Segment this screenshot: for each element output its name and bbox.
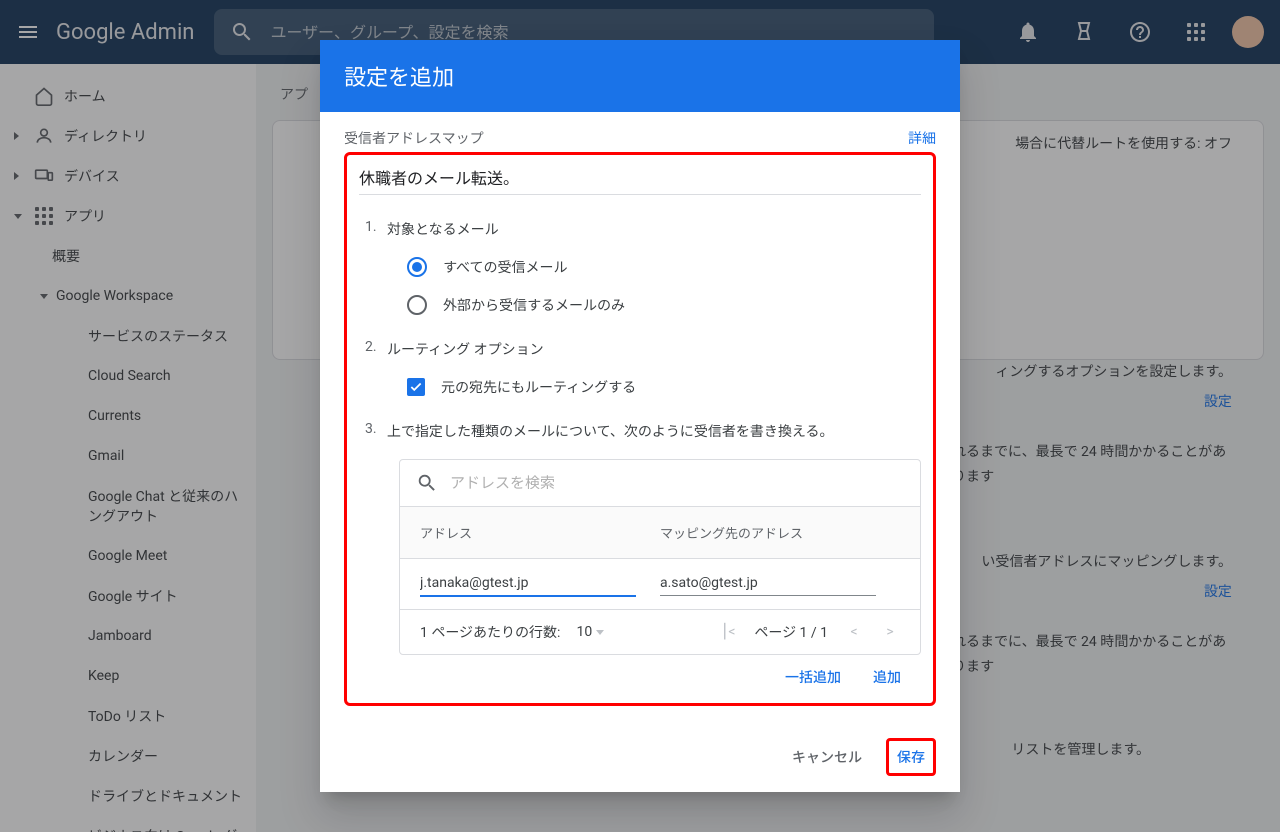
dialog-title: 設定を追加	[320, 40, 960, 112]
section-label: 受信者アドレスマップ	[344, 128, 484, 148]
radio-external-only[interactable]: 外部から受信するメールのみ	[359, 295, 921, 315]
table-header: アドレス マッピング先のアドレス	[400, 506, 920, 558]
page-info: ページ 1 / 1	[754, 622, 828, 642]
caret-down-icon	[596, 630, 604, 635]
rows-per-page-select[interactable]: 10	[576, 624, 603, 640]
highlighted-config-area: 1.対象となるメール すべての受信メール 外部から受信するメールのみ 2.ルーテ…	[344, 152, 936, 706]
checkbox-label: 元の宛先にもルーティングする	[441, 377, 636, 397]
add-setting-dialog: 設定を追加 受信者アドレスマップ 詳細 1.対象となるメール すべての受信メール…	[320, 40, 960, 792]
radio-icon	[407, 295, 427, 315]
first-page-icon[interactable]: ⎮<	[718, 624, 738, 640]
checkbox-checked-icon	[407, 378, 425, 396]
save-button[interactable]: 保存	[886, 738, 936, 776]
table-search[interactable]	[400, 460, 920, 506]
table-row	[400, 558, 920, 609]
bulk-add-button[interactable]: 一括追加	[785, 667, 841, 687]
cancel-button[interactable]: キャンセル	[792, 747, 862, 767]
radio-all-incoming[interactable]: すべての受信メール	[359, 257, 921, 277]
col-mapped-address: マッピング先のアドレス	[660, 523, 900, 542]
step-3-label: 上で指定した種類のメールについて、次のように受信者を書き換える。	[387, 424, 833, 440]
checkbox-route-original[interactable]: 元の宛先にもルーティングする	[359, 377, 921, 397]
table-search-input[interactable]	[450, 474, 904, 492]
col-address: アドレス	[420, 523, 660, 542]
step-1-label: 対象となるメール	[387, 222, 499, 238]
pagination: 1 ページあたりの行数: 10 ⎮< ページ 1 / 1 < >	[400, 609, 920, 654]
step-2: 2.ルーティング オプション	[359, 339, 921, 359]
modal-overlay: 設定を追加 受信者アドレスマップ 詳細 1.対象となるメール すべての受信メール…	[0, 0, 1280, 832]
dialog-footer: キャンセル 保存	[320, 722, 960, 792]
prev-page-icon[interactable]: <	[844, 624, 864, 640]
address-from-input[interactable]	[420, 571, 636, 597]
detail-link[interactable]: 詳細	[908, 128, 936, 148]
address-map-table: アドレス マッピング先のアドレス 1 ページあたりの行数: 10 ⎮< ページ …	[399, 459, 921, 655]
radio-all-label: すべての受信メール	[443, 257, 567, 277]
address-to-input[interactable]	[660, 571, 876, 596]
step-2-label: ルーティング オプション	[387, 342, 544, 358]
rows-per-page-label: 1 ページあたりの行数:	[420, 622, 560, 642]
step-1: 1.対象となるメール	[359, 219, 921, 239]
step-3: 3.上で指定した種類のメールについて、次のように受信者を書き換える。	[359, 421, 921, 441]
search-icon	[416, 472, 438, 494]
add-button[interactable]: 追加	[873, 667, 901, 687]
radio-external-label: 外部から受信するメールのみ	[443, 295, 625, 315]
description-input[interactable]	[359, 163, 921, 195]
radio-icon	[407, 257, 427, 277]
next-page-icon[interactable]: >	[880, 624, 900, 640]
